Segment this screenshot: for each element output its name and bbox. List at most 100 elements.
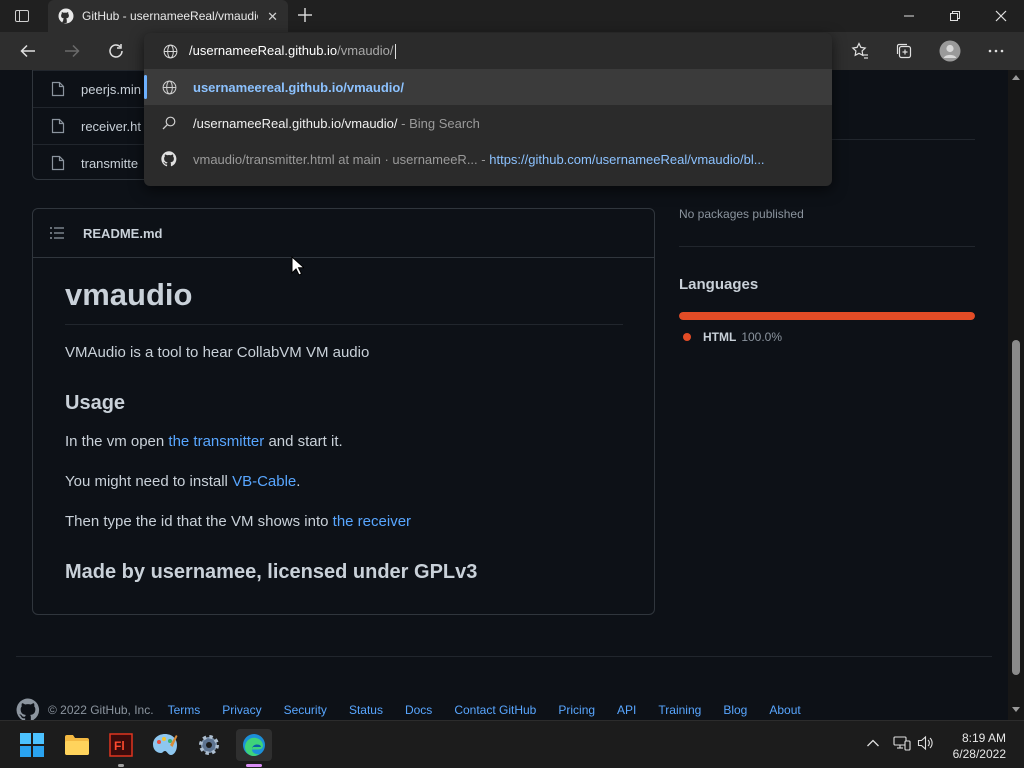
arrow-left-icon <box>20 44 35 58</box>
refresh-icon <box>109 44 123 58</box>
file-name[interactable]: receiver.ht <box>81 119 141 134</box>
title-divider <box>65 324 623 325</box>
taskbar-clock[interactable]: 8:19 AM 6/28/2022 <box>953 730 1006 762</box>
footer-divider <box>16 656 992 657</box>
start-button[interactable] <box>16 729 48 761</box>
suggestion-item[interactable]: usernameereal.github.io/vmaudio/ <box>144 69 832 105</box>
language-entry-html[interactable]: HTML 100.0% <box>683 330 782 344</box>
github-logo-icon[interactable] <box>16 698 40 720</box>
tab-bar: GitHub - usernameeReal/vmaudio ✕ <box>0 0 1024 32</box>
flash-icon: Fl <box>109 733 133 757</box>
refresh-button[interactable] <box>101 37 131 65</box>
footer-link-contact[interactable]: Contact GitHub <box>454 703 536 717</box>
globe-icon <box>162 80 176 94</box>
list-icon[interactable] <box>49 226 65 240</box>
windows-icon <box>20 733 44 757</box>
file-icon <box>51 81 65 97</box>
suggestion-item[interactable]: vmaudio/transmitter.html at main · usern… <box>144 141 832 177</box>
favorites-button[interactable] <box>845 37 875 65</box>
footer-link-blog[interactable]: Blog <box>723 703 747 717</box>
minimize-icon <box>904 15 914 17</box>
star-list-icon <box>851 42 868 59</box>
sidebar-divider <box>679 246 975 247</box>
back-button[interactable] <box>13 37 43 65</box>
readme-panel: README.md vmaudio VMAudio is a tool to h… <box>32 208 655 615</box>
text: . <box>296 473 301 490</box>
edge-app-button[interactable] <box>236 729 272 767</box>
vb-cable-link[interactable]: VB-Cable <box>232 473 296 490</box>
scroll-up-icon[interactable] <box>1012 75 1020 80</box>
collections-icon <box>896 43 912 59</box>
suggestion-url: https://github.com/usernameeReal/vmaudio… <box>489 151 765 167</box>
footer-link-docs[interactable]: Docs <box>405 703 432 717</box>
forward-button[interactable] <box>57 37 87 65</box>
text: You might need to install <box>65 473 233 490</box>
speaker-icon <box>917 735 933 751</box>
suggestion-engine: - Bing Search <box>397 115 480 131</box>
folder-icon <box>65 735 89 755</box>
site-info-button[interactable] <box>163 44 178 59</box>
new-tab-button[interactable] <box>296 6 314 24</box>
readme-title: vmaudio <box>65 277 193 312</box>
footer-link-api[interactable]: API <box>617 703 636 717</box>
page-scrollbar[interactable] <box>1008 70 1024 720</box>
readme-filename[interactable]: README.md <box>83 226 162 241</box>
paint-app-button[interactable] <box>149 729 181 761</box>
collections-button[interactable] <box>889 37 919 65</box>
tab-github-vmaudio[interactable]: GitHub - usernameeReal/vmaudio ✕ <box>48 0 288 32</box>
scrollbar-thumb[interactable] <box>1012 340 1020 675</box>
footer-link-terms[interactable]: Terms <box>168 703 201 717</box>
mouse-cursor-icon <box>291 256 304 276</box>
network-icon <box>893 736 911 751</box>
tab-title: GitHub - usernameeReal/vmaudio <box>82 9 258 23</box>
suggestion-title: vmaudio/transmitter.html at main · usern… <box>193 151 478 167</box>
minimize-button[interactable] <box>886 0 932 32</box>
suggestion-item[interactable]: /usernameeReal.github.io/vmaudio/ - Bing… <box>144 105 832 141</box>
file-explorer-button[interactable] <box>61 729 93 761</box>
profile-button[interactable] <box>935 37 965 65</box>
packages-text: No packages published <box>679 207 804 221</box>
network-button[interactable] <box>893 735 911 751</box>
file-name[interactable]: transmitte <box>81 156 138 171</box>
close-window-button[interactable] <box>978 0 1024 32</box>
settings-menu-button[interactable] <box>981 37 1011 65</box>
taskbar: Fl 8:19 AM 6/28/2022 <box>0 720 1024 768</box>
active-indicator <box>246 764 262 767</box>
footer: © 2022 GitHub, Inc. Terms Privacy Securi… <box>16 698 992 720</box>
language-name: HTML <box>703 330 737 344</box>
languages-heading: Languages <box>679 276 759 293</box>
transmitter-link[interactable]: the transmitter <box>168 433 264 450</box>
usage-line-receiver: Then type the id that the VM shows into … <box>65 513 411 530</box>
language-bar-fill-html <box>679 312 975 320</box>
file-name[interactable]: peerjs.min <box>81 82 141 97</box>
footer-link-pricing[interactable]: Pricing <box>558 703 595 717</box>
footer-link-status[interactable]: Status <box>349 703 383 717</box>
scroll-down-icon[interactable] <box>1012 707 1020 712</box>
address-bar[interactable]: /usernameeReal.github.io/vmaudio/ <box>144 33 832 69</box>
footer-link-about[interactable]: About <box>769 703 800 717</box>
clock-time: 8:19 AM <box>961 731 1006 745</box>
tab-close-icon[interactable]: ✕ <box>267 9 278 25</box>
settings-app-button[interactable] <box>193 729 225 761</box>
language-bar <box>679 312 975 320</box>
avatar-icon <box>939 40 961 62</box>
restore-button[interactable] <box>932 0 978 32</box>
address-text[interactable]: /usernameeReal.github.io/vmaudio/ <box>189 43 396 60</box>
edge-icon <box>243 734 265 756</box>
volume-button[interactable] <box>917 735 935 751</box>
github-icon <box>58 8 74 24</box>
flash-app-button[interactable]: Fl <box>105 729 137 767</box>
made-by-heading: Made by usernamee, licensed under GPLv3 <box>65 561 478 583</box>
footer-link-security[interactable]: Security <box>284 703 327 717</box>
text: Then type the id that the VM shows into <box>65 513 333 530</box>
suggestion-query: /usernameeReal.github.io/vmaudio/ <box>193 115 398 131</box>
footer-link-training[interactable]: Training <box>658 703 701 717</box>
usage-heading: Usage <box>65 392 126 414</box>
search-icon <box>162 116 176 130</box>
show-hidden-icons-button[interactable] <box>866 738 880 748</box>
usage-line-transmitter: In the vm open the transmitter and start… <box>65 433 343 450</box>
address-bar-dropdown: /usernameeReal.github.io/vmaudio/ userna… <box>144 33 832 186</box>
footer-link-privacy[interactable]: Privacy <box>222 703 261 717</box>
receiver-link[interactable]: the receiver <box>333 513 411 530</box>
tab-actions-button[interactable] <box>14 8 30 24</box>
